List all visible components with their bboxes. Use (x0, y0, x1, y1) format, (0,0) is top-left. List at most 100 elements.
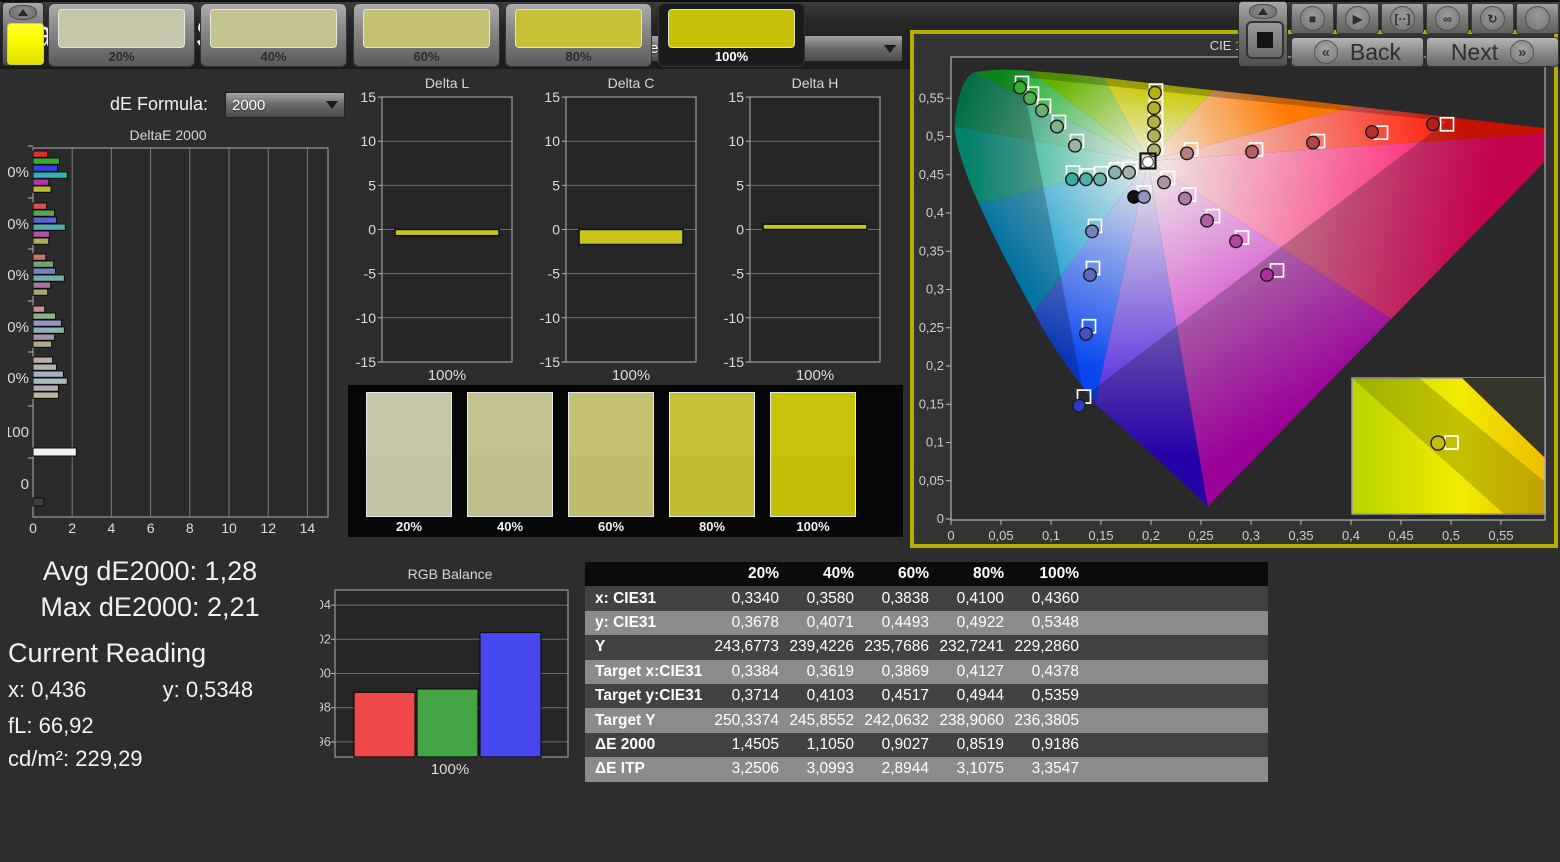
de-bar (33, 158, 59, 164)
de-bar (33, 282, 51, 288)
x-tick-label: 0,2 (1142, 528, 1160, 543)
next-button[interactable]: Next » (1426, 37, 1559, 67)
y-tick-label: 0 (368, 222, 376, 238)
chart-title: Delta H (792, 75, 839, 91)
chart-title: RGB Balance (408, 566, 493, 582)
stop-icon: ■ (1300, 6, 1325, 31)
inset-measured-marker (1431, 436, 1445, 450)
cie-measured-marker (1246, 146, 1259, 159)
y-tick-label: 0,5 (926, 129, 944, 144)
back-button[interactable]: « Back (1291, 37, 1424, 67)
y-tick-label: 0,1 (926, 435, 944, 450)
pattern-window-button[interactable] (1238, 1, 1288, 67)
de-bar (33, 172, 67, 178)
table-cell: 1,4505 (712, 736, 787, 754)
target-swatch (771, 455, 855, 517)
sweep-button-100%[interactable]: 100% (658, 3, 805, 67)
sweep-button-80%[interactable]: 80% (505, 3, 652, 67)
chevron-down-icon (326, 101, 338, 109)
back-button-label: Back (1350, 39, 1401, 66)
infinity-button[interactable]: ∞ (1426, 3, 1469, 34)
de-bar (33, 179, 49, 185)
custom-color-slot[interactable] (2, 2, 44, 66)
target-swatch (468, 455, 552, 517)
sweep-button-60%[interactable]: 60% (353, 3, 500, 67)
de-bar (33, 268, 56, 274)
y-tick-label: 0 (736, 222, 744, 238)
table-cell: 0,8519 (937, 736, 1012, 754)
chart-title: Delta L (425, 75, 470, 91)
cie-measured-marker (1051, 120, 1064, 133)
table-cell: 1,1050 (787, 736, 862, 754)
cie-diagram-panel: 00,050,10,150,20,250,30,350,40,450,50,55… (910, 30, 1558, 548)
table-cell: 3,0993 (787, 760, 862, 778)
stop-square-icon (1257, 32, 1273, 48)
table-row: x: CIE310,33400,35800,38380,41000,4360 (585, 586, 1268, 610)
de-bar (33, 231, 50, 237)
current-reading-cdm2: cd/m²: 229,29 (8, 746, 143, 772)
up-arrow-icon[interactable] (1249, 4, 1277, 19)
stop-pattern-button[interactable] (1246, 21, 1284, 59)
y-tick-label: -15 (540, 354, 560, 370)
y-tick-label: 0 (552, 222, 560, 238)
cie-measured-marker (1109, 166, 1122, 179)
y-tick-label: 0,45 (919, 167, 944, 182)
table-cell: 0,4100 (937, 590, 1012, 608)
de-formula-dropdown[interactable]: 2000 (225, 92, 345, 118)
table-cell: 3,1075 (937, 760, 1012, 778)
de-bar (33, 357, 53, 363)
de-bar (33, 334, 55, 340)
de-bar (33, 371, 63, 377)
table-row: ΔE ITP3,25063,09932,89443,10753,3547 (585, 757, 1268, 781)
de-bar (33, 254, 46, 260)
table-cell: 250,3374 (712, 712, 787, 730)
de-bar (33, 217, 57, 223)
row-label: ΔE ITP (585, 760, 712, 778)
cie-measured-marker (1138, 191, 1151, 204)
actual-target-swatch (568, 392, 654, 517)
sweep-button-label: 60% (354, 49, 499, 64)
y-tick-label: -5 (732, 266, 745, 282)
sweep-button-20%[interactable]: 20% (48, 3, 195, 67)
swatch-label: 100% (770, 519, 856, 534)
actual-swatch (367, 393, 451, 455)
cie-measured-marker (1014, 81, 1027, 94)
x-tick-label: 0 (947, 528, 954, 543)
cie-measured-marker (1086, 225, 1099, 238)
de-bar (33, 289, 48, 295)
actual-swatch (569, 393, 653, 455)
table-cell: 0,4378 (1012, 663, 1087, 681)
delta-bar (763, 224, 867, 229)
x-tick-label: 0,55 (1488, 528, 1513, 543)
cie-measured-marker (1427, 118, 1440, 131)
play-button[interactable]: ▶ (1336, 3, 1379, 34)
de-formula-label: dE Formula: (110, 94, 208, 115)
refresh-button[interactable]: ↻ (1471, 3, 1514, 34)
app-window: Saturation Sweeps dE Formula: 2000 Level… (0, 0, 1560, 862)
actual-target-swatch (770, 392, 856, 517)
table-cell: 236,3805 (1012, 712, 1087, 730)
delta-l-chart: Delta L151050-5-10-15100% (345, 75, 517, 387)
table-cell: 0,4103 (787, 687, 862, 705)
x-tick-label: 0,25 (1188, 528, 1213, 543)
stop-button[interactable]: ■ (1291, 3, 1334, 34)
table-cell: 0,4071 (787, 614, 862, 632)
sweep-button-label: 40% (201, 49, 346, 64)
x-tick-label: 0,15 (1088, 528, 1113, 543)
sweep-swatch (668, 9, 795, 48)
de-bar (33, 186, 51, 192)
sweep-swatch (58, 9, 185, 48)
up-arrow-icon[interactable] (9, 5, 37, 20)
actual-target-swatch (366, 392, 452, 517)
cie-measured-marker (1036, 104, 1049, 117)
sweep-button-40%[interactable]: 40% (200, 3, 347, 67)
cie-measured-marker (1261, 269, 1274, 282)
table-row: y: CIE310,36780,40710,44930,49220,5348 (585, 611, 1268, 635)
x-tick-label: 4 (108, 520, 116, 534)
table-cell: 0,4944 (937, 687, 1012, 705)
y-tick-label: 0,55 (919, 90, 944, 105)
range-button[interactable]: [··] (1381, 3, 1424, 34)
blank-button[interactable] (1516, 3, 1559, 34)
y-tick-label: 102 (320, 631, 331, 646)
cie-zoom-inset (1352, 378, 1545, 514)
